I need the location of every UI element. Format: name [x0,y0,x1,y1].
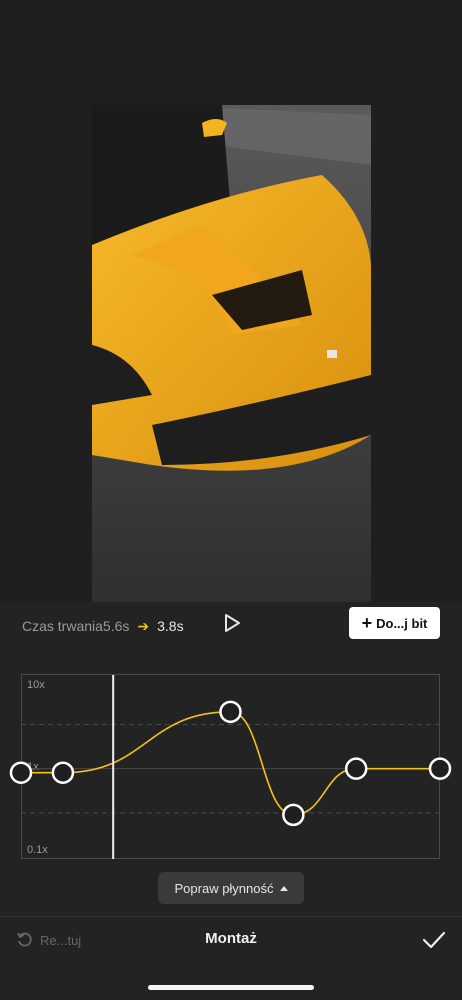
preview-area [0,0,462,602]
speed-point-0[interactable] [9,761,33,784]
smooth-label: Popraw płynność [174,880,274,896]
add-beat-button[interactable]: + Do...j bit [349,607,440,639]
home-indicator [148,985,314,990]
footer-divider [0,916,462,917]
play-button[interactable] [221,612,243,634]
duration-new: 3.8s [157,618,184,634]
video-preview[interactable] [92,105,371,602]
screen-title: Montaż [205,930,257,947]
speed-curve [21,711,440,816]
car-image [92,105,371,602]
play-icon [225,614,240,632]
speed-point-2[interactable] [219,700,242,724]
checkmark-icon [422,931,446,949]
speed-point-5[interactable] [428,757,452,780]
speed-point-4[interactable] [344,757,368,780]
duration-old: 5.6s [102,618,130,634]
speed-curve-chart[interactable] [0,665,462,865]
confirm-button[interactable] [422,928,446,952]
plus-icon: + [361,613,373,633]
duration-label: Czas trwania [22,618,103,634]
duration-info: Czas trwania 5.6s ➔ 3.8s [22,615,184,637]
arrow-right-icon: ➔ [137,617,150,634]
add-beat-label: Do...j bit [376,615,428,631]
smooth-button[interactable]: Popraw płynność [158,872,304,904]
speed-point-3[interactable] [282,803,305,827]
speed-point-1[interactable] [51,761,75,784]
caret-up-icon [279,885,288,891]
